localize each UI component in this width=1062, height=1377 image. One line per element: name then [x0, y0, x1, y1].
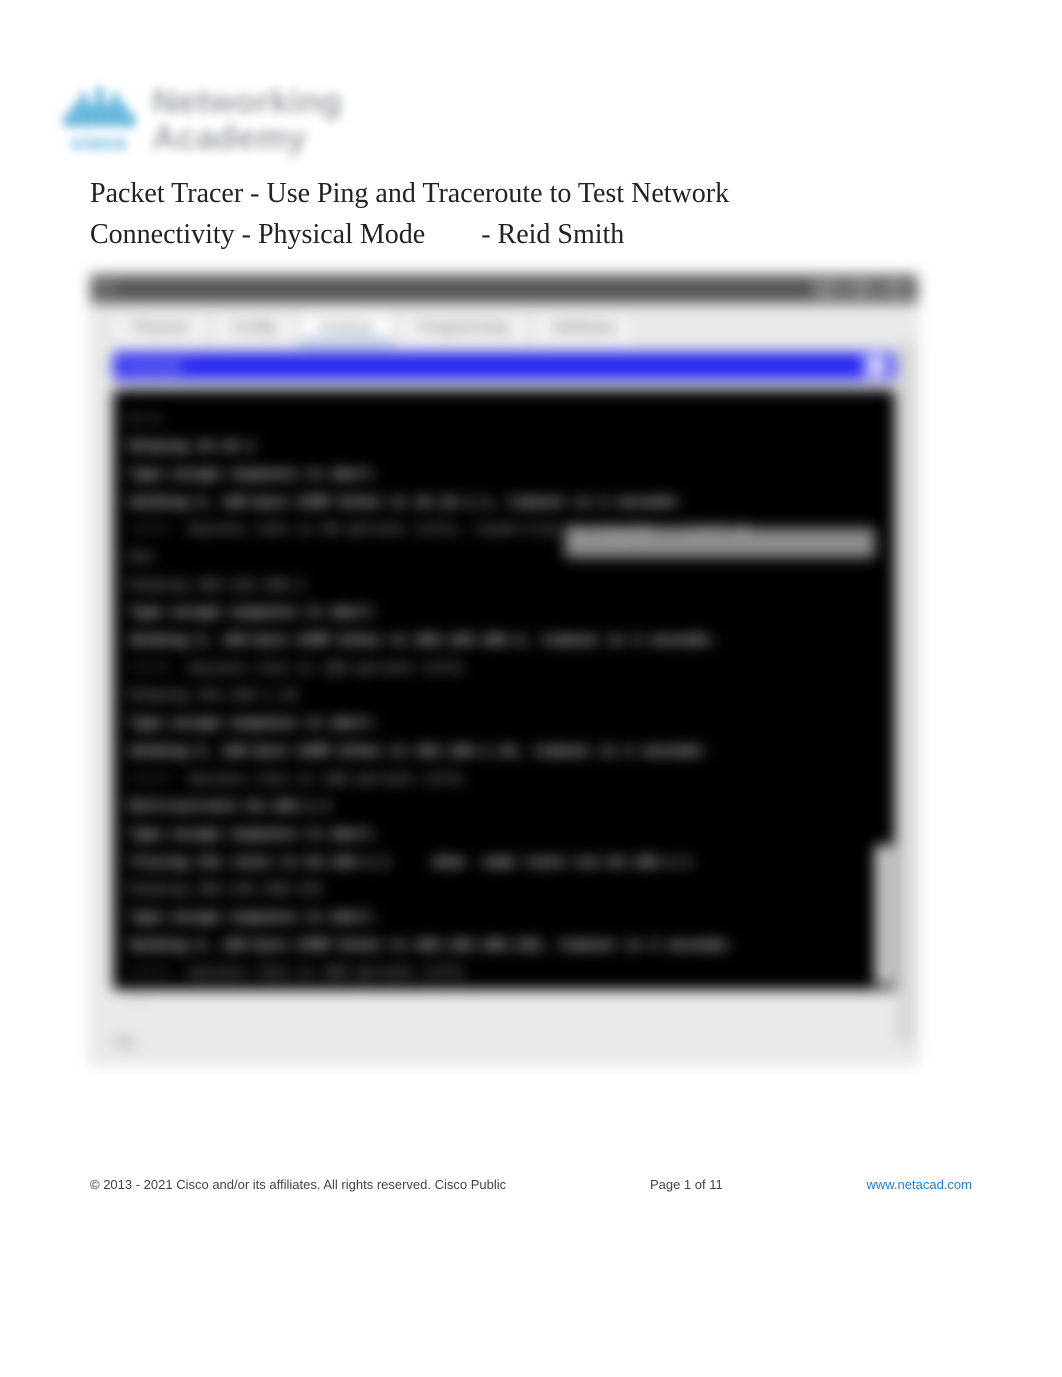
cisco-networking-academy-logo: cisco Networking Academy — [65, 85, 967, 156]
window-titlebar: PC — [91, 275, 917, 303]
terminal-line: Sending 5, 100-byte ICMP Echos to 209.16… — [129, 631, 879, 653]
minimize-icon[interactable] — [813, 281, 841, 297]
footer-page: Page 1 of 11 — [650, 1177, 723, 1192]
logo-text-bottom: Academy — [152, 121, 342, 157]
title-line-2: Connectivity - Physical Mode — [90, 219, 425, 250]
terminal-scrollbar[interactable] — [875, 845, 893, 985]
terminal-output[interactable]: C:\> R1#ping 10.10.1 Type escape sequenc… — [113, 390, 895, 990]
window-scrollbar[interactable] — [898, 343, 914, 1043]
window-tabs: Physical Config Desktop Programming Attr… — [91, 303, 917, 344]
tab-physical[interactable]: Physical — [113, 313, 207, 344]
tab-programming[interactable]: Programming — [399, 313, 527, 344]
logo-text-top: Networking — [152, 85, 342, 121]
terminal-line: !!!!! Success rate is 100 percent (5/5) — [129, 770, 879, 792]
terminal-line: R1# — [129, 991, 879, 1013]
footer-copyright: © 2013 - 2021 Cisco and/or its affiliate… — [90, 1177, 506, 1192]
terminal-line: Type escape sequence to abort. — [129, 465, 879, 487]
terminal-line: Type escape sequence to abort. — [129, 908, 879, 930]
command-strip-control-icon[interactable] — [865, 356, 887, 376]
maximize-icon[interactable] — [847, 281, 875, 297]
terminal-line: Sending 5, 100-byte ICMP Echos to 192.16… — [129, 742, 879, 764]
terminal-line: Sending 5, 100-byte ICMP Echos to 10.10.… — [129, 493, 879, 515]
overlay-band — [565, 528, 875, 558]
cisco-bars-icon — [65, 87, 134, 131]
command-strip-label: Command — [121, 358, 181, 373]
terminal-line: Type escape sequence to abort. — [129, 603, 879, 625]
document-title: Packet Tracer - Use Ping and Traceroute … — [90, 174, 967, 255]
terminal-line: Sending 5, 100-byte ICMP Echos to 209.16… — [129, 936, 879, 958]
terminal-line: R1#ping 209.165.200.225 — [129, 880, 879, 902]
packet-tracer-window: PC Physical Config Desktop Programming A… — [90, 274, 918, 1064]
title-line-1: Packet Tracer - Use Ping and Traceroute … — [90, 178, 729, 209]
terminal-line: !!!!! Success rate is 100 percent (5/5) — [129, 659, 879, 681]
command-strip: Command — [113, 352, 895, 380]
close-icon[interactable] — [881, 281, 909, 297]
terminal-line: Tracing the route to 64.100.1.1 show som… — [129, 853, 879, 875]
footer-link[interactable]: www.netacad.com — [866, 1177, 972, 1192]
window-title-text: PC — [99, 281, 117, 296]
terminal-line: R1#ping 10.10.1 — [129, 437, 879, 459]
terminal-line: R1#ping 209.165.200.2 — [129, 576, 879, 598]
terminal-line: R1#ping 192.168.1.10 — [129, 686, 879, 708]
cisco-wordmark: cisco — [71, 133, 127, 154]
title-author: - Reid Smith — [481, 219, 624, 250]
tab-config[interactable]: Config — [213, 313, 294, 344]
page-footer: © 2013 - 2021 Cisco and/or its affiliate… — [90, 1177, 972, 1192]
terminal-line: Type escape sequence to abort. — [129, 825, 879, 847]
tab-attributes[interactable]: Attributes — [533, 313, 634, 344]
window-bottom-label: Top — [113, 1034, 134, 1049]
terminal-line: Type escape sequence to abort. — [129, 714, 879, 736]
terminal-line: C:\> — [129, 410, 879, 432]
terminal-line: R1#traceroute 64.100.1.1 — [129, 797, 879, 819]
terminal-line: !!!!! Success rate is 100 percent (5/5) — [129, 963, 879, 985]
tab-desktop[interactable]: Desktop — [300, 313, 393, 344]
